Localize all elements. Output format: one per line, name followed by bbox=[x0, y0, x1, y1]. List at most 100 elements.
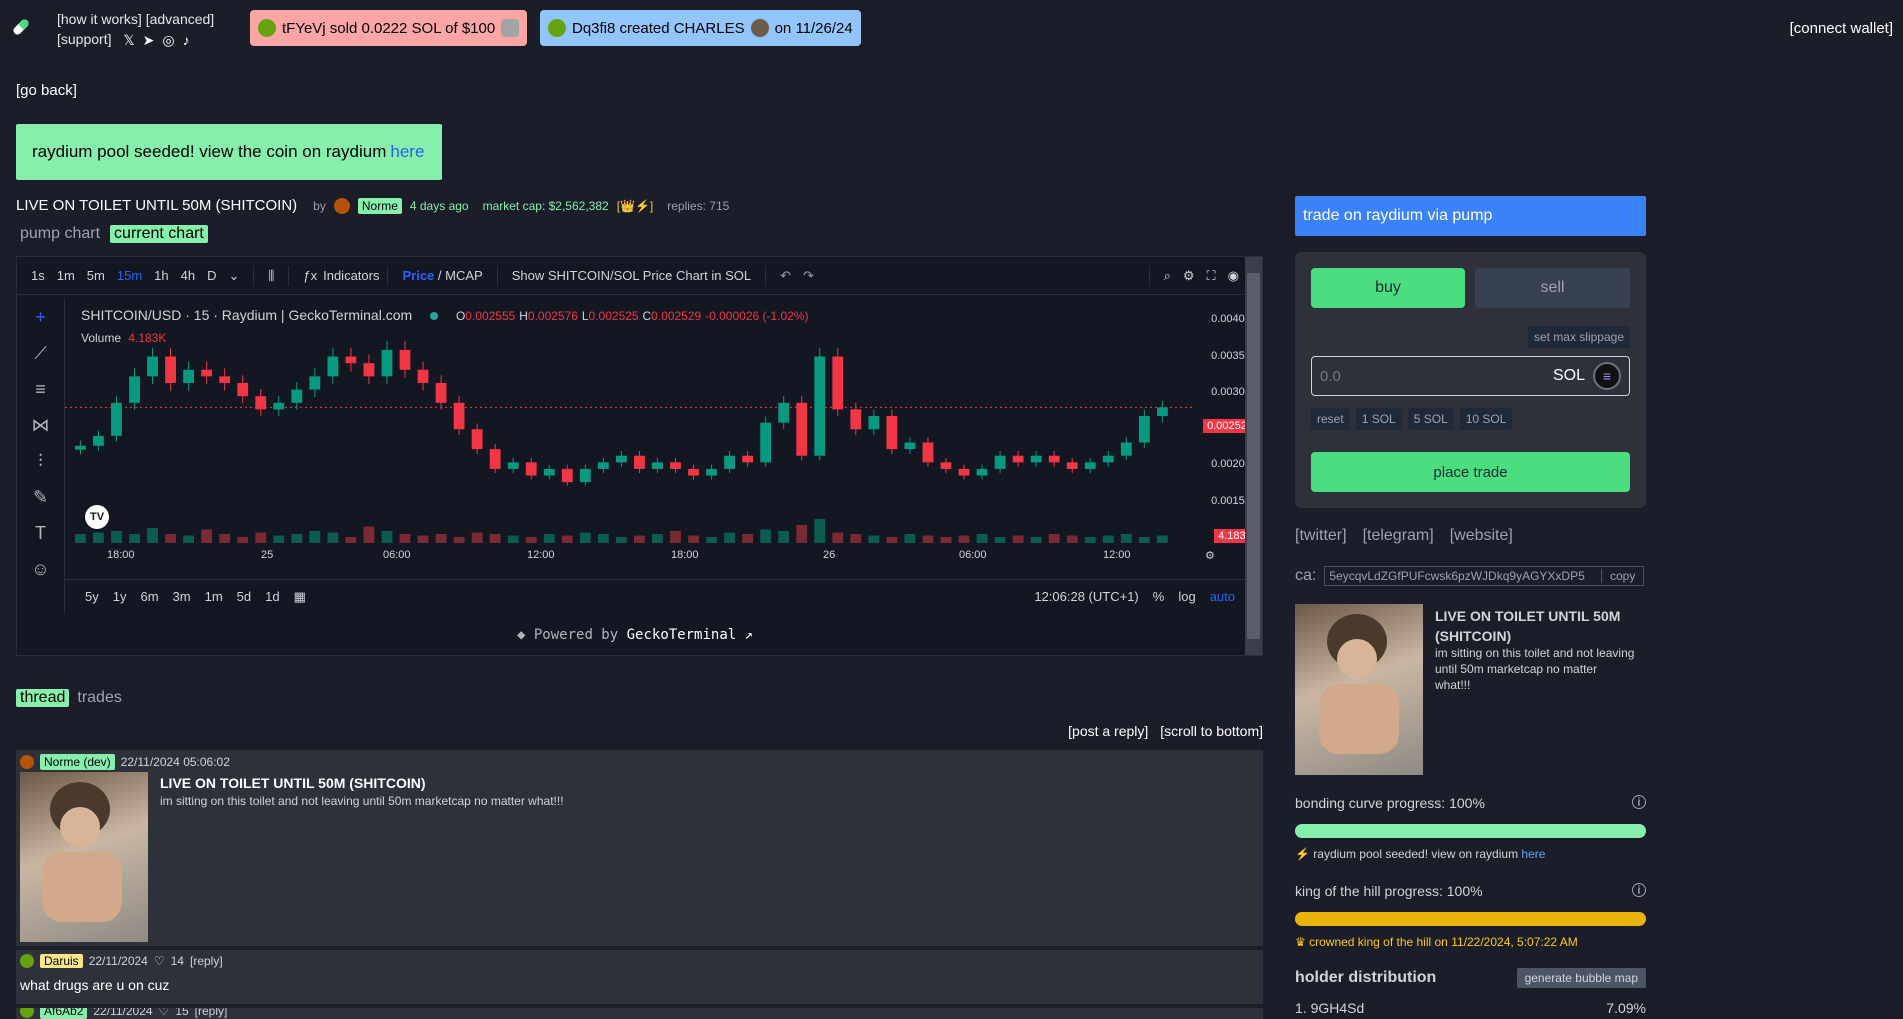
how-it-works-advanced-links[interactable]: [how it works] [advanced] bbox=[57, 9, 214, 29]
powered-by[interactable]: ◆ Powered by GeckoTerminal ↗ bbox=[517, 627, 753, 643]
interval-1s[interactable]: 1s bbox=[25, 268, 51, 283]
reply-author[interactable]: Af6Ab2 bbox=[40, 1008, 88, 1019]
copy-button[interactable]: copy bbox=[1600, 569, 1643, 583]
post-reply-link[interactable]: [post a reply] bbox=[1068, 723, 1148, 739]
quick-1-sol[interactable]: 1 SOL bbox=[1355, 408, 1402, 430]
interval-4h[interactable]: 4h bbox=[175, 268, 201, 283]
ticker-create[interactable]: Dq3fi8 created CHARLES on 11/26/24 bbox=[540, 10, 861, 46]
quick-10-sol[interactable]: 10 SOL bbox=[1459, 408, 1513, 430]
horizontal-lines-icon[interactable]: ≡ bbox=[17, 371, 64, 407]
interval-d[interactable]: D bbox=[201, 268, 222, 283]
reset-button[interactable]: reset bbox=[1311, 408, 1350, 430]
range-6m[interactable]: 6m bbox=[140, 589, 158, 604]
mcap-toggle[interactable]: / MCAP bbox=[438, 268, 483, 283]
tradingview-logo[interactable]: TV bbox=[85, 505, 109, 529]
camera-icon[interactable]: ◉ bbox=[1222, 268, 1245, 284]
range-1m[interactable]: 1m bbox=[205, 589, 223, 604]
heart-icon[interactable]: ♡ bbox=[159, 1008, 170, 1018]
range-1y[interactable]: 1y bbox=[113, 589, 127, 604]
volume-bar bbox=[670, 531, 681, 543]
reply-author[interactable]: Daruis bbox=[40, 954, 83, 968]
ticker-sell[interactable]: tFYeVj sold 0.0222 SOL of $100 bbox=[250, 10, 528, 46]
geckoterminal-link[interactable]: GeckoTerminal ↗ bbox=[627, 627, 753, 643]
search-icon[interactable]: ⌕ bbox=[1158, 268, 1177, 284]
place-trade-button[interactable]: place trade bbox=[1311, 452, 1630, 492]
candle-body bbox=[814, 356, 826, 456]
tab-thread[interactable]: thread bbox=[16, 689, 70, 707]
scroll-bottom-link[interactable]: [scroll to bottom] bbox=[1160, 723, 1263, 739]
info-icon[interactable]: i bbox=[1632, 795, 1646, 809]
reply-link[interactable]: [reply] bbox=[195, 1008, 228, 1018]
instagram-icon[interactable]: ◎ bbox=[162, 30, 174, 50]
settings-small-icon[interactable]: ⚙ bbox=[1205, 549, 1215, 562]
pattern-icon[interactable]: ⋈ bbox=[17, 407, 64, 443]
text-icon[interactable]: T bbox=[17, 515, 64, 551]
tiktok-icon[interactable]: ♪ bbox=[183, 30, 190, 50]
support-link[interactable]: [support] bbox=[57, 31, 111, 47]
calendar-icon[interactable]: ▦ bbox=[294, 589, 306, 605]
time-axis[interactable]: 18:00 25 06:00 12:00 18:00 26 06:00 12:0… bbox=[65, 549, 1225, 565]
undo-icon[interactable]: ↶ bbox=[774, 268, 797, 284]
range-1d[interactable]: 1d bbox=[265, 589, 279, 604]
range-3m[interactable]: 3m bbox=[173, 589, 191, 604]
info-icon[interactable]: i bbox=[1632, 883, 1646, 897]
auto-toggle[interactable]: auto bbox=[1210, 589, 1235, 604]
website-link[interactable]: [website] bbox=[1450, 527, 1513, 545]
tab-trades[interactable]: trades bbox=[77, 689, 121, 707]
go-back-link[interactable]: [go back] bbox=[16, 82, 77, 99]
volume-bar bbox=[652, 534, 663, 543]
scrollbar-thumb[interactable] bbox=[1247, 273, 1260, 639]
telegram-icon[interactable]: ➤ bbox=[143, 30, 155, 50]
amount-input[interactable] bbox=[1320, 367, 1553, 385]
percent-toggle[interactable]: % bbox=[1153, 589, 1165, 604]
interval-1m[interactable]: 1m bbox=[51, 268, 81, 283]
indicators-icon[interactable]: ƒx bbox=[297, 268, 323, 283]
show-sol-chart-button[interactable]: Show SHITCOIN/SOL Price Chart in SOL bbox=[506, 268, 757, 283]
interval-5m[interactable]: 5m bbox=[81, 268, 111, 283]
creator-tag[interactable]: Norme bbox=[357, 197, 402, 214]
holder-name[interactable]: 1. 9GH4Sd bbox=[1295, 1000, 1364, 1016]
raydium-trade-button[interactable]: trade on raydium via pump bbox=[1295, 196, 1646, 236]
interval-15m[interactable]: 15m bbox=[111, 268, 148, 283]
price-chart[interactable]: 1s 1m 5m 15m 1h 4h D ⌄ ⫼ ƒx Indicators P… bbox=[16, 256, 1263, 656]
banner-here-link[interactable]: here bbox=[390, 142, 424, 162]
redo-icon[interactable]: ↷ bbox=[797, 268, 820, 284]
log-toggle[interactable]: log bbox=[1178, 589, 1195, 604]
chevron-down-icon[interactable]: ⌄ bbox=[222, 268, 245, 284]
brush-icon[interactable]: ✎ bbox=[17, 479, 64, 515]
connect-wallet-button[interactable]: [connect wallet] bbox=[1790, 20, 1893, 37]
amount-field[interactable]: SOL ≡ bbox=[1311, 356, 1630, 396]
tab-pump-chart[interactable]: pump chart bbox=[16, 225, 104, 243]
interval-1h[interactable]: 1h bbox=[148, 268, 174, 283]
op-author[interactable]: Norme (dev) bbox=[40, 754, 115, 770]
indicators-button[interactable]: Indicators bbox=[323, 268, 379, 283]
op-image[interactable] bbox=[20, 772, 148, 942]
gear-icon[interactable]: ⚙ bbox=[1177, 268, 1201, 284]
volume-bar bbox=[940, 537, 952, 543]
heart-icon[interactable]: ♡ bbox=[154, 954, 165, 968]
chart-scrollbar[interactable] bbox=[1245, 257, 1262, 655]
bubble-map-button[interactable]: generate bubble map bbox=[1516, 968, 1646, 988]
candlestick-plot[interactable] bbox=[65, 297, 1195, 543]
x-icon[interactable]: 𝕏 bbox=[123, 30, 134, 50]
emoji-icon[interactable]: ☺ bbox=[17, 551, 64, 587]
candle-type-icon[interactable]: ⫼ bbox=[262, 268, 280, 284]
twitter-link[interactable]: [twitter] bbox=[1295, 527, 1347, 545]
trendline-icon[interactable]: ⟋ bbox=[17, 335, 64, 371]
logo-icon[interactable] bbox=[10, 16, 32, 38]
tab-current-chart[interactable]: current chart bbox=[110, 225, 208, 243]
price-toggle[interactable]: Price bbox=[402, 268, 434, 283]
range-5y[interactable]: 5y bbox=[85, 589, 99, 604]
measure-icon[interactable]: ⫶ bbox=[17, 443, 64, 479]
sell-tab[interactable]: sell bbox=[1475, 268, 1630, 308]
telegram-link[interactable]: [telegram] bbox=[1363, 527, 1434, 545]
seeded-here-link[interactable]: here bbox=[1521, 847, 1545, 861]
set-max-slippage-button[interactable]: set max slippage bbox=[1527, 326, 1630, 348]
range-5d[interactable]: 5d bbox=[237, 589, 251, 604]
crosshair-icon[interactable]: + bbox=[17, 299, 64, 335]
reply-link[interactable]: [reply] bbox=[190, 954, 223, 968]
fullscreen-icon[interactable]: ⛶ bbox=[1201, 268, 1222, 284]
buy-tab[interactable]: buy bbox=[1311, 268, 1465, 308]
quick-5-sol[interactable]: 5 SOL bbox=[1407, 408, 1454, 430]
ca-field[interactable]: 5eycqvLdZGfPUFcwsk6pzWJDkq9yAGYXxDP5 cop… bbox=[1324, 566, 1645, 586]
